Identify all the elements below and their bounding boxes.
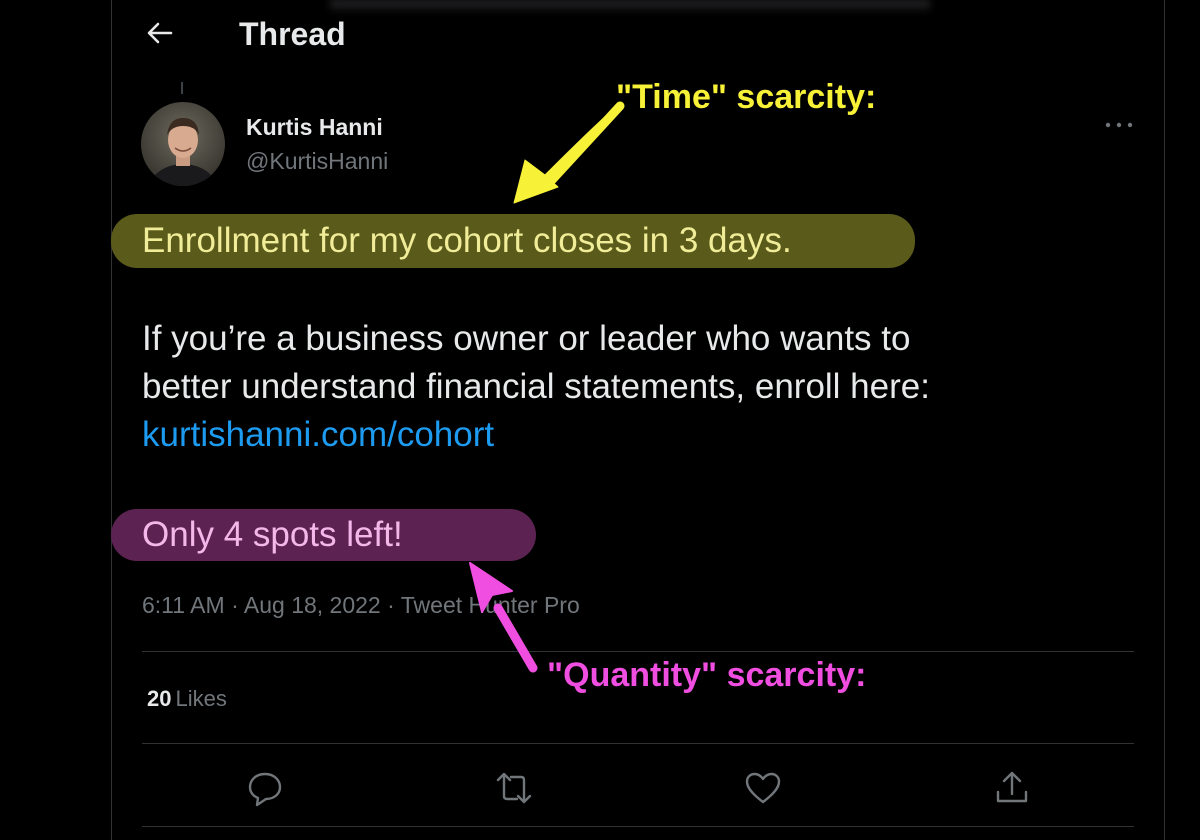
heart-icon [745,772,781,804]
more-button[interactable] [1102,116,1136,134]
arrow-left-icon [147,22,173,44]
tweet-text-quantity-line: Only 4 spots left! [142,515,403,554]
avatar-photo [141,102,225,186]
meta-separator: · [387,592,395,618]
tweet-date[interactable]: Aug 18, 2022 [244,592,381,618]
tweet-text-body-line: better understand financial statements, … [142,367,930,406]
like-button[interactable] [743,768,783,808]
likes-stat[interactable]: 20 Likes [147,686,227,712]
meta-separator: · [231,592,239,618]
reply-bubble-icon [248,772,282,807]
share-upload-icon [996,771,1028,803]
divider [142,651,1134,652]
tweet-text-body-line: If you’re a business owner or leader who… [142,319,911,358]
more-dots-icon [1105,122,1133,128]
tweet-text-time-line: Enrollment for my cohort closes in 3 day… [142,221,792,260]
quantity-scarcity-annotation: "Quantity" scarcity: [547,656,867,694]
tweet-link[interactable]: kurtishanni.com/cohort [142,411,494,459]
author-name[interactable]: Kurtis Hanni [246,114,383,141]
retweet-button[interactable] [494,768,534,808]
share-button[interactable] [992,768,1032,808]
screenshot-stage: Thread Kurtis Hanni @KurtisHanni Enrollm… [0,0,1200,840]
avatar[interactable] [141,102,225,186]
author-handle[interactable]: @KurtisHanni [246,148,388,175]
reply-button[interactable] [245,768,285,808]
tweet-meta: 6:11 AM · Aug 18, 2022 · Tweet Hunter Pr… [142,592,580,619]
back-button[interactable] [147,20,173,46]
retweet-icon [496,772,532,804]
thread-connector-line [181,82,183,94]
divider [142,743,1134,744]
tweet-source[interactable]: Tweet Hunter Pro [401,592,580,618]
time-scarcity-annotation: "Time" scarcity: [616,78,877,116]
likes-label: Likes [175,686,227,711]
tweet-time[interactable]: 6:11 AM [142,592,225,618]
divider [142,826,1134,827]
page-title: Thread [239,16,346,52]
likes-count: 20 [147,686,172,711]
